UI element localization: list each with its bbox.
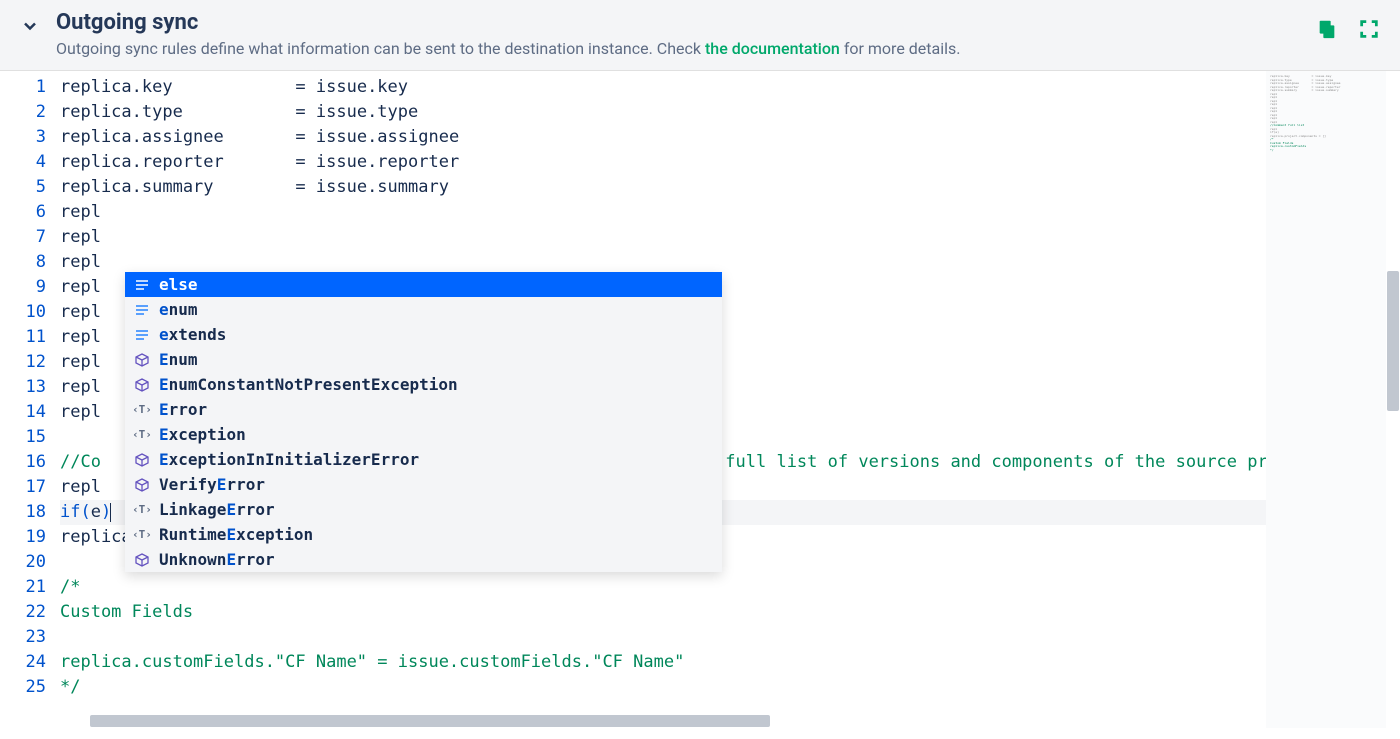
code-line[interactable]: */ [60,675,1266,700]
class-icon [133,451,151,469]
line-number-gutter: 1234567891011121314151617181920212223242… [0,71,60,728]
code-line[interactable]: repl [60,200,1266,225]
line-number: 2 [0,100,46,125]
type-param-icon: ‹T› [133,526,151,544]
line-number: 7 [0,225,46,250]
line-number: 22 [0,600,46,625]
copy-icon[interactable] [1316,18,1338,44]
horizontal-scrollbar[interactable] [60,714,1132,728]
code-line[interactable]: repl [60,225,1266,250]
editor-main: 1234567891011121314151617181920212223242… [0,71,1266,728]
line-number: 9 [0,275,46,300]
code-line[interactable]: replica.type = issue.type [60,100,1266,125]
line-number: 10 [0,300,46,325]
type-param-icon: ‹T› [133,426,151,444]
line-number: 20 [0,550,46,575]
line-number: 4 [0,150,46,175]
line-number: 21 [0,575,46,600]
line-number: 18 [0,500,46,525]
code-line[interactable]: replica.assignee = issue.assignee [60,125,1266,150]
autocomplete-popup[interactable]: elseenumextendsEnumEnumConstantNotPresen… [125,272,722,572]
autocomplete-item[interactable]: else [125,272,722,297]
code-line[interactable]: replica.key = issue.key [60,75,1266,100]
autocomplete-item[interactable]: VerifyError [125,472,722,497]
subtitle-after: for more details. [840,39,961,58]
autocomplete-label: Enum [159,347,198,372]
minimap[interactable]: replica.key = issue.keyreplica.type = is… [1266,71,1386,728]
class-icon [133,551,151,569]
code-line[interactable]: Custom Fields [60,600,1266,625]
line-number: 16 [0,450,46,475]
autocomplete-item[interactable]: ‹T› Exception [125,422,722,447]
minimap-line: */ [1270,149,1382,153]
collapse-chevron-icon[interactable] [20,16,40,40]
line-number: 13 [0,375,46,400]
autocomplete-label: EnumConstantNotPresentException [159,372,458,397]
autocomplete-item[interactable]: Enum [125,347,722,372]
type-param-icon: ‹T› [133,501,151,519]
autocomplete-item[interactable]: ExceptionInInitializerError [125,447,722,472]
fullscreen-icon[interactable] [1358,18,1380,44]
line-number: 25 [0,675,46,700]
autocomplete-item[interactable]: enum [125,297,722,322]
autocomplete-item[interactable]: EnumConstantNotPresentException [125,372,722,397]
code-line[interactable]: /* [60,575,1266,600]
autocomplete-label: Exception [159,422,246,447]
header-actions [1316,18,1380,44]
documentation-link[interactable]: the documentation [705,39,840,58]
line-number: 14 [0,400,46,425]
autocomplete-label: RuntimeException [159,522,313,547]
line-number: 3 [0,125,46,150]
line-number: 15 [0,425,46,450]
line-number: 1 [0,75,46,100]
class-icon [133,376,151,394]
line-number: 8 [0,250,46,275]
autocomplete-label: extends [159,322,226,347]
code-line[interactable]: replica.summary = issue.summary [60,175,1266,200]
autocomplete-label: else [159,272,198,297]
autocomplete-label: Error [159,397,207,422]
line-number: 17 [0,475,46,500]
keyword-icon [133,301,151,319]
code-line[interactable]: replica.customFields."CF Name" = issue.c… [60,650,1266,675]
autocomplete-item[interactable]: extends [125,322,722,347]
section-subtitle: Outgoing sync rules define what informat… [56,39,1316,58]
autocomplete-label: VerifyError [159,472,265,497]
type-param-icon: ‹T› [133,401,151,419]
line-number: 11 [0,325,46,350]
autocomplete-label: LinkageError [159,497,275,522]
header-text: Outgoing sync Outgoing sync rules define… [56,10,1316,58]
cursor [110,503,111,522]
section-header: Outgoing sync Outgoing sync rules define… [0,0,1400,71]
keyword-icon [133,276,151,294]
autocomplete-item[interactable]: UnknownError [125,547,722,572]
class-icon [133,351,151,369]
line-number: 19 [0,525,46,550]
vertical-scrollbar-thumb[interactable] [1387,271,1399,411]
code-line[interactable] [60,625,1266,650]
line-number: 24 [0,650,46,675]
line-number: 12 [0,350,46,375]
autocomplete-item[interactable]: ‹T› LinkageError [125,497,722,522]
line-number: 6 [0,200,46,225]
class-icon [133,476,151,494]
subtitle-before: Outgoing sync rules define what informat… [56,39,705,58]
autocomplete-label: enum [159,297,198,322]
code-line[interactable]: replica.reporter = issue.reporter [60,150,1266,175]
editor-container: 1234567891011121314151617181920212223242… [0,71,1400,728]
horizontal-scrollbar-thumb[interactable] [90,715,770,727]
vertical-scrollbar[interactable] [1386,71,1400,728]
line-number: 5 [0,175,46,200]
keyword-icon [133,326,151,344]
autocomplete-item[interactable]: ‹T› Error [125,397,722,422]
autocomplete-label: ExceptionInInitializerError [159,447,419,472]
line-number: 23 [0,625,46,650]
autocomplete-item[interactable]: ‹T› RuntimeException [125,522,722,547]
section-title: Outgoing sync [56,10,1316,35]
autocomplete-label: UnknownError [159,547,275,572]
